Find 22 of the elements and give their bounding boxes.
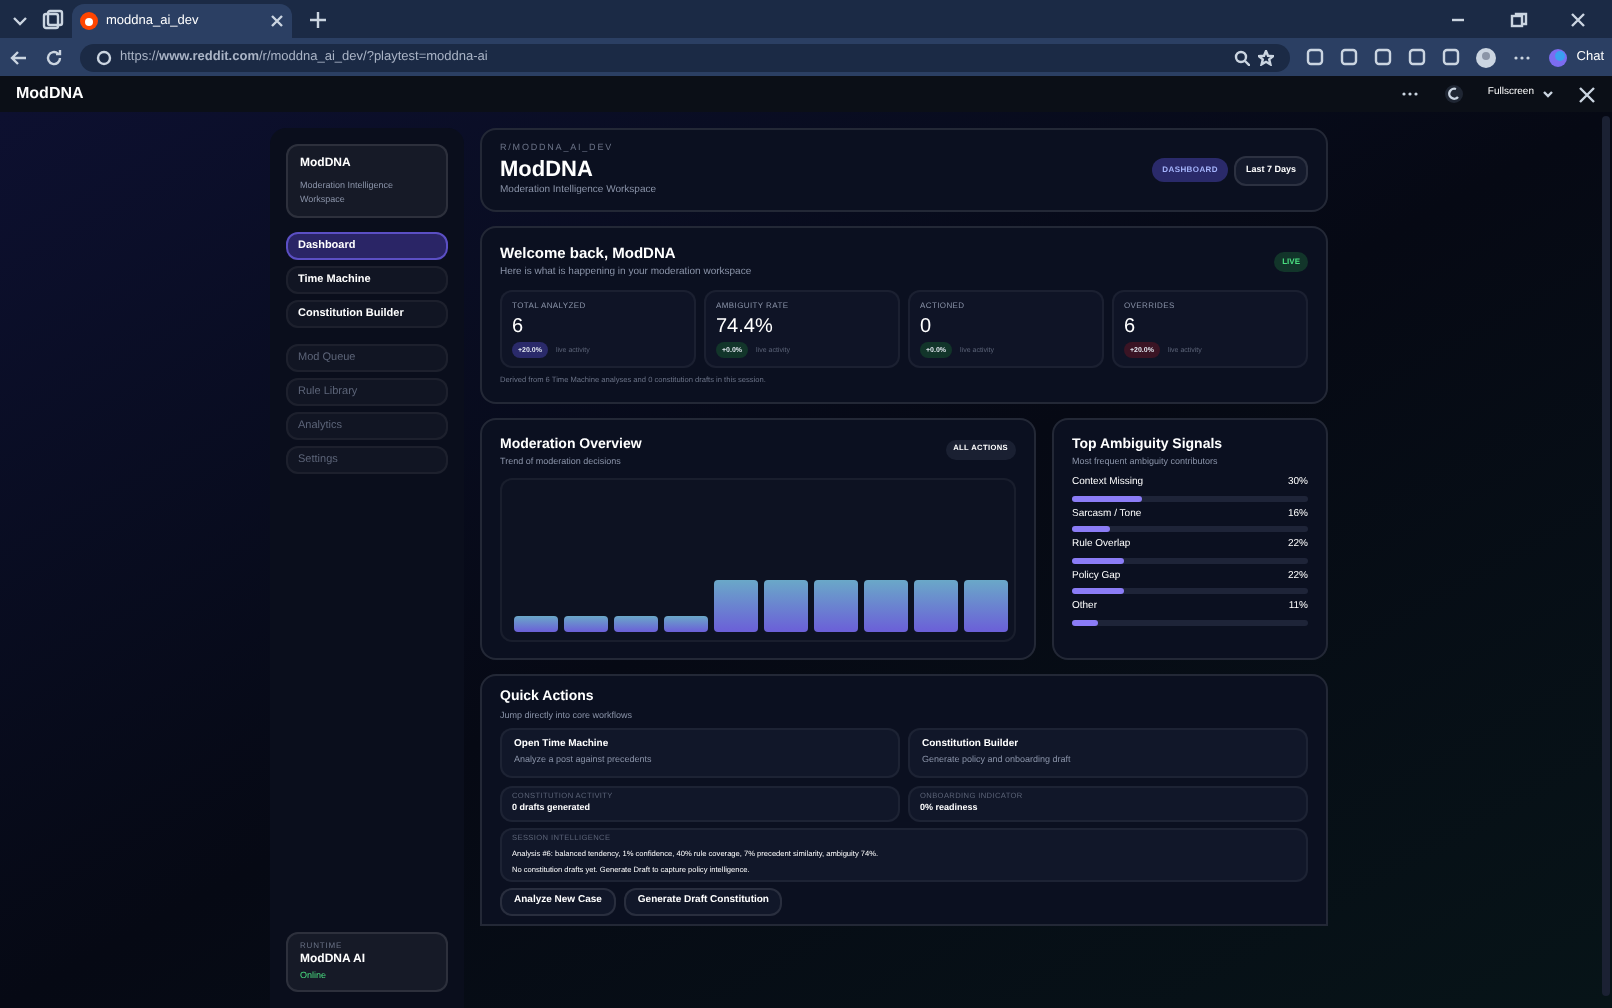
site-logo-icon <box>80 12 98 30</box>
chat-logo-icon <box>1548 47 1569 67</box>
restore-icon[interactable] <box>1508 9 1528 29</box>
stat-value: 6 <box>512 314 526 340</box>
stat-value: 74.4% <box>716 314 775 340</box>
new-tab-icon[interactable] <box>308 9 328 29</box>
close-icon[interactable] <box>1578 85 1596 103</box>
stat-value: 6 <box>1124 314 1138 340</box>
close-icon[interactable] <box>1568 9 1588 29</box>
zoom-icon[interactable] <box>1234 49 1251 65</box>
avatar-icon[interactable] <box>1476 47 1497 67</box>
close-icon[interactable] <box>270 14 284 28</box>
back-icon[interactable] <box>8 47 28 67</box>
site-info-icon[interactable] <box>96 49 112 65</box>
workspaces-icon[interactable] <box>40 7 64 31</box>
stat-value: 0 <box>920 314 934 340</box>
page-title: ModDNA <box>500 155 595 184</box>
reload-icon[interactable] <box>44 47 64 67</box>
moon-icon[interactable] <box>1443 84 1464 104</box>
star-icon[interactable] <box>1258 49 1275 65</box>
app-title: ModDNA <box>16 82 86 106</box>
caret-icon <box>1542 88 1554 100</box>
